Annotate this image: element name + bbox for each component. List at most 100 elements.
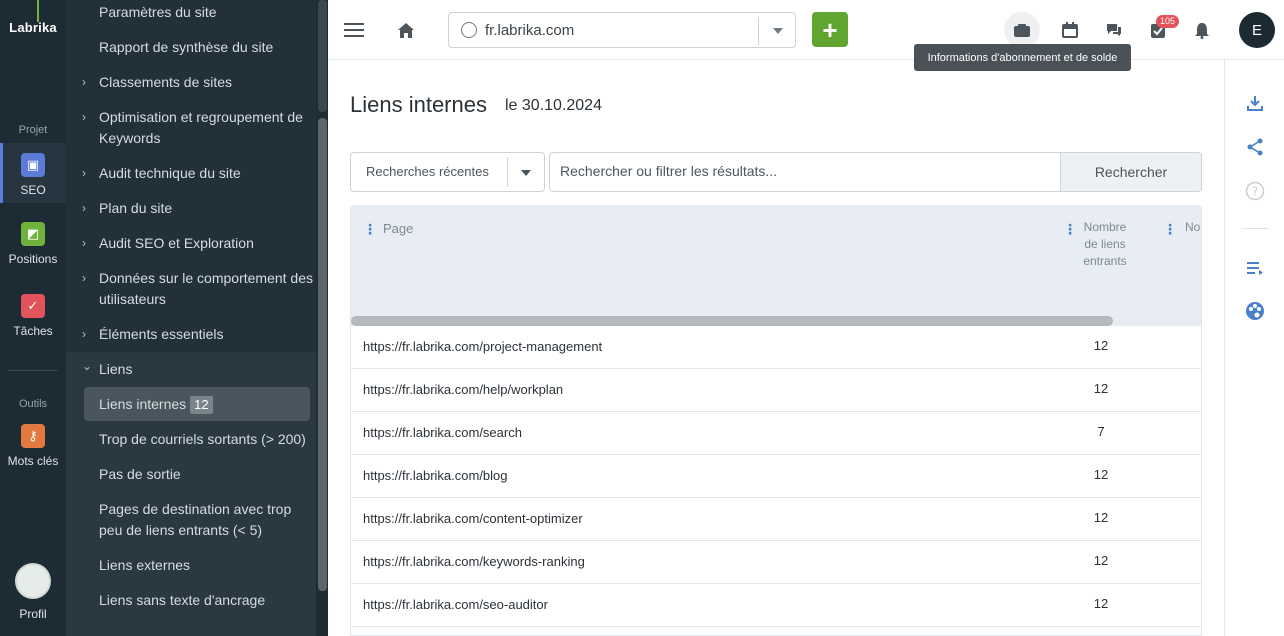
sidebar-item-label: Trop de courriels sortants (> 200) <box>99 431 306 447</box>
menu-icon[interactable] <box>336 12 372 48</box>
row-url[interactable]: https://fr.labrika.com/help/workplan <box>363 382 563 397</box>
download-icon[interactable] <box>1243 91 1267 115</box>
row-count: 12 <box>1093 338 1109 353</box>
sidebar-item-label: Classements de sites <box>99 74 233 90</box>
table-row[interactable]: https://fr.labrika.com/content-optimizer… <box>351 498 1201 541</box>
horizontal-scrollbar[interactable] <box>351 316 1113 326</box>
rail-divider <box>8 370 58 371</box>
calendar-icon[interactable] <box>1052 12 1088 48</box>
active-indicator <box>0 143 3 203</box>
seo-icon: ▣ <box>21 153 45 177</box>
sidebar-item-label: Rapport de synthèse du site <box>99 39 274 55</box>
table-row[interactable]: https://fr.labrika.com/seo-auditor 12 <box>351 584 1201 627</box>
chevron-right-icon: › <box>82 166 86 180</box>
top-bar: fr.labrika.com + 105 E <box>328 0 1284 60</box>
table-header: ⋮ Page ⋮ Nombre de liens entrants ⋮ No <box>351 206 1201 326</box>
wallet-icon[interactable] <box>1004 12 1040 48</box>
sidebar-item-label: Éléments essentiels <box>99 326 224 342</box>
app-logo[interactable]: Labrika <box>0 20 66 35</box>
chevron-down-icon[interactable] <box>521 170 531 176</box>
row-url[interactable]: https://fr.labrika.com/search <box>363 425 522 440</box>
column-menu-icon[interactable]: ⋮ <box>363 222 377 236</box>
column-header-page[interactable]: Page <box>383 221 413 236</box>
table-row[interactable]: https://fr.labrika.com/keywords-ranking … <box>351 541 1201 584</box>
divider <box>507 157 508 187</box>
chevron-right-icon: › <box>82 75 86 89</box>
recent-searches-dropdown[interactable]: Recherches récentes <box>350 152 545 192</box>
row-count: 12 <box>1093 381 1109 396</box>
rail-section-outils: Outils <box>18 398 48 410</box>
row-url[interactable]: https://fr.labrika.com/blog <box>363 468 508 483</box>
rail-item-label: SEO <box>20 183 46 197</box>
home-icon[interactable] <box>388 12 424 48</box>
chevron-right-icon: › <box>82 327 86 341</box>
palette-icon[interactable] <box>1243 299 1267 323</box>
chevron-right-icon: › <box>82 201 86 215</box>
chat-icon[interactable] <box>1096 12 1132 48</box>
sidebar-item-label: Audit SEO et Exploration <box>99 235 254 251</box>
share-icon[interactable] <box>1243 135 1267 159</box>
sidebar-item-label: Liens externes <box>99 557 191 573</box>
list-icon[interactable] <box>1243 256 1267 280</box>
rail-item-label: Positions <box>8 252 58 266</box>
chevron-right-icon: › <box>82 271 86 285</box>
rail-item-seo[interactable]: ▣ SEO <box>0 143 66 203</box>
help-icon[interactable]: ? <box>1243 179 1267 203</box>
sidebar-scrollbar-thumb[interactable] <box>318 118 327 591</box>
table-row[interactable]: https://fr.labrika.com/project-managemen… <box>351 326 1201 369</box>
row-url[interactable]: https://fr.labrika.com/project-managemen… <box>363 339 602 354</box>
svg-text:?: ? <box>1252 185 1258 199</box>
sidebar-item-label: Pas de sortie <box>99 466 181 482</box>
user-avatar[interactable]: E <box>1239 12 1275 48</box>
rail-section-projet: Projet <box>18 124 48 136</box>
chevron-right-icon: › <box>82 236 86 250</box>
chart-icon: ◩ <box>21 222 45 246</box>
profile-avatar: ⌂ <box>15 563 51 599</box>
row-count: 12 <box>1093 553 1109 568</box>
rail-item-taches[interactable]: ✓ Tâches <box>0 294 66 344</box>
search-field[interactable] <box>549 152 1061 192</box>
row-count: 12 <box>1093 467 1109 482</box>
right-tool-column: ? <box>1224 60 1284 636</box>
column-menu-icon[interactable]: ⋮ <box>1063 222 1077 236</box>
table-row[interactable]: https://fr.labrika.com/blog 12 <box>351 455 1201 498</box>
report-date: le 30.10.2024 <box>505 97 602 114</box>
sidebar-item-label: Liens sans texte d'ancrage <box>99 592 266 608</box>
sidebar-item-label: Pages de destination avec trop peu de li… <box>99 501 292 538</box>
divider <box>1241 228 1269 229</box>
column-menu-icon[interactable]: ⋮ <box>1163 222 1177 236</box>
sidebar-item-label: Données sur le comportement des utilisat… <box>99 270 313 307</box>
row-count: 12 <box>1093 510 1109 525</box>
site-selector-value: fr.labrika.com <box>485 22 575 39</box>
row-count: 12 <box>1093 596 1109 611</box>
left-rail: Labrika Projet ▣ SEO ◩ Positions ✓ Tâche… <box>0 0 66 636</box>
row-url[interactable]: https://fr.labrika.com/keywords-ranking <box>363 554 585 569</box>
row-url[interactable]: https://fr.labrika.com/content-optimizer <box>363 511 583 526</box>
sidebar-item-label: Optimisation et regroupement de Keywords <box>99 109 303 146</box>
row-url[interactable]: https://fr.labrika.com/seo-auditor <box>363 597 548 612</box>
scrollbar-track-top <box>318 0 327 112</box>
rail-item-positions[interactable]: ◩ Positions <box>0 222 66 272</box>
table-row[interactable]: https://fr.labrika.com/help/workplan 12 <box>351 369 1201 412</box>
search-input[interactable] <box>560 163 1050 179</box>
rail-item-label: Profil <box>19 607 47 621</box>
table-row[interactable]: https://fr.labrika.com/search 7 <box>351 412 1201 455</box>
count-badge: 12 <box>190 396 213 414</box>
row-count: 7 <box>1097 424 1105 439</box>
bell-icon[interactable] <box>1184 12 1220 48</box>
search-button[interactable]: Rechercher <box>1060 152 1202 192</box>
column-header-next[interactable]: No <box>1185 220 1200 234</box>
sidebar-item-label: Paramètres du site <box>99 4 217 20</box>
check-icon: ✓ <box>21 294 45 318</box>
chevron-down-icon[interactable] <box>773 28 783 34</box>
column-header-count[interactable]: Nombre de liens entrants <box>1079 219 1131 270</box>
links-table: ⋮ Page ⋮ Nombre de liens entrants ⋮ No h… <box>350 205 1202 636</box>
site-selector[interactable]: fr.labrika.com <box>448 12 796 48</box>
sidebar-item-label: Liens <box>99 361 133 377</box>
sidebar-item-label: Plan du site <box>99 200 173 216</box>
globe-icon <box>461 22 477 38</box>
add-button[interactable]: + <box>812 12 848 47</box>
chevron-down-icon: ⌄ <box>82 359 93 373</box>
rail-item-mots-cles[interactable]: ⚷ Mots clés <box>0 424 66 474</box>
rail-item-profil[interactable]: ⌂ Profil <box>0 563 66 623</box>
